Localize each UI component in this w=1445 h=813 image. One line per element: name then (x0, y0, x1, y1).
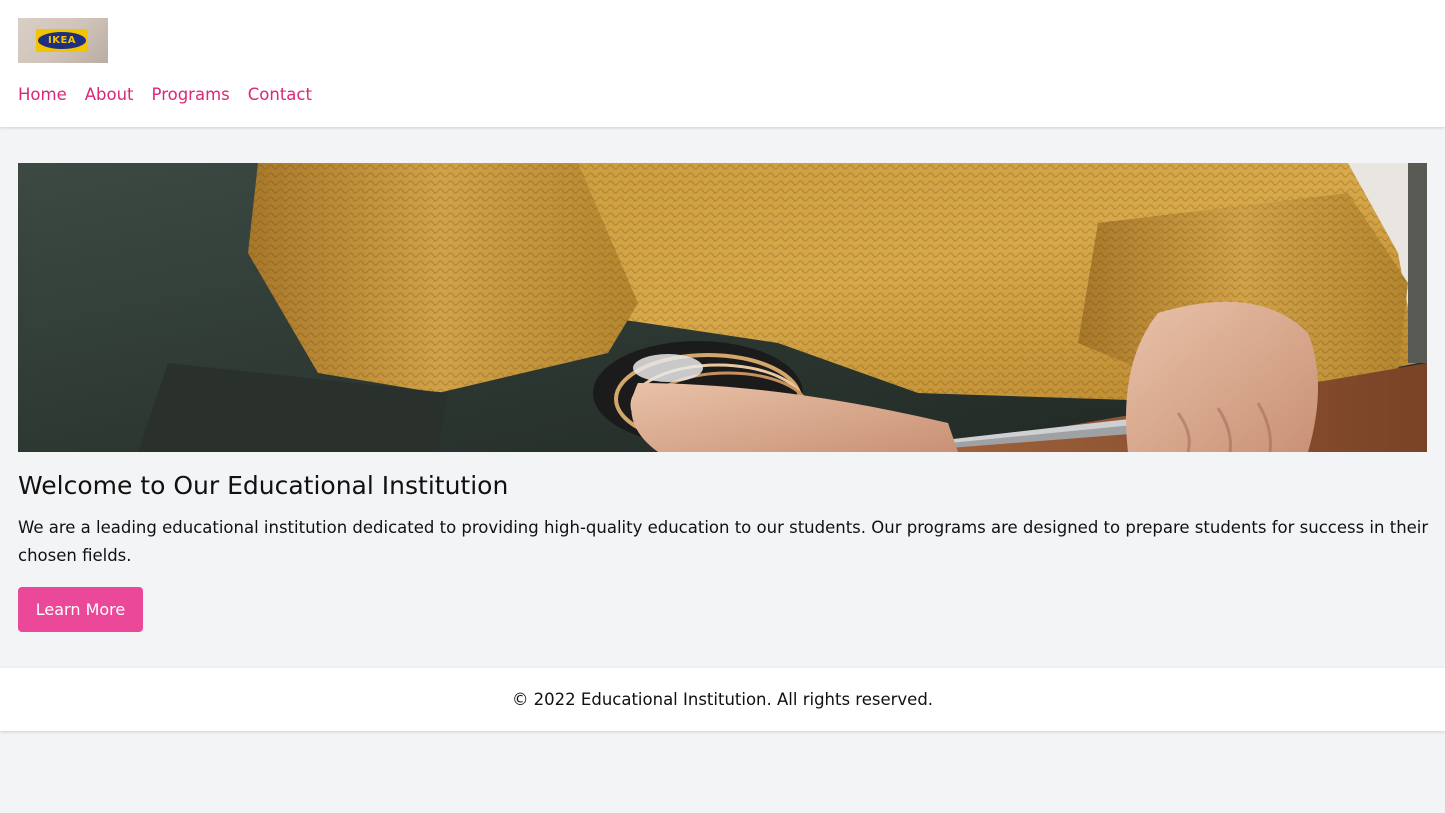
nav-link-about[interactable]: About (85, 83, 134, 107)
site-header: IKEA Home About Programs Contact (0, 0, 1445, 127)
learn-more-button[interactable]: Learn More (18, 587, 143, 632)
nav-link-contact[interactable]: Contact (248, 83, 312, 107)
main-nav: Home About Programs Contact (18, 83, 312, 107)
nav-link-home[interactable]: Home (18, 83, 67, 107)
logo-badge: IKEA (36, 29, 88, 52)
intro-description: We are a leading educational institution… (18, 518, 1429, 565)
hero-image (18, 163, 1427, 452)
nav-link-programs[interactable]: Programs (152, 83, 230, 107)
copyright-text: © 2022 Educational Institution. All righ… (511, 690, 934, 709)
logo-text: IKEA (47, 35, 77, 46)
page-title: Welcome to Our Educational Institution (18, 471, 509, 500)
hero-photo (18, 163, 1427, 452)
ikea-logo[interactable]: IKEA (18, 18, 108, 63)
site-footer: © 2022 Educational Institution. All righ… (0, 668, 1445, 731)
